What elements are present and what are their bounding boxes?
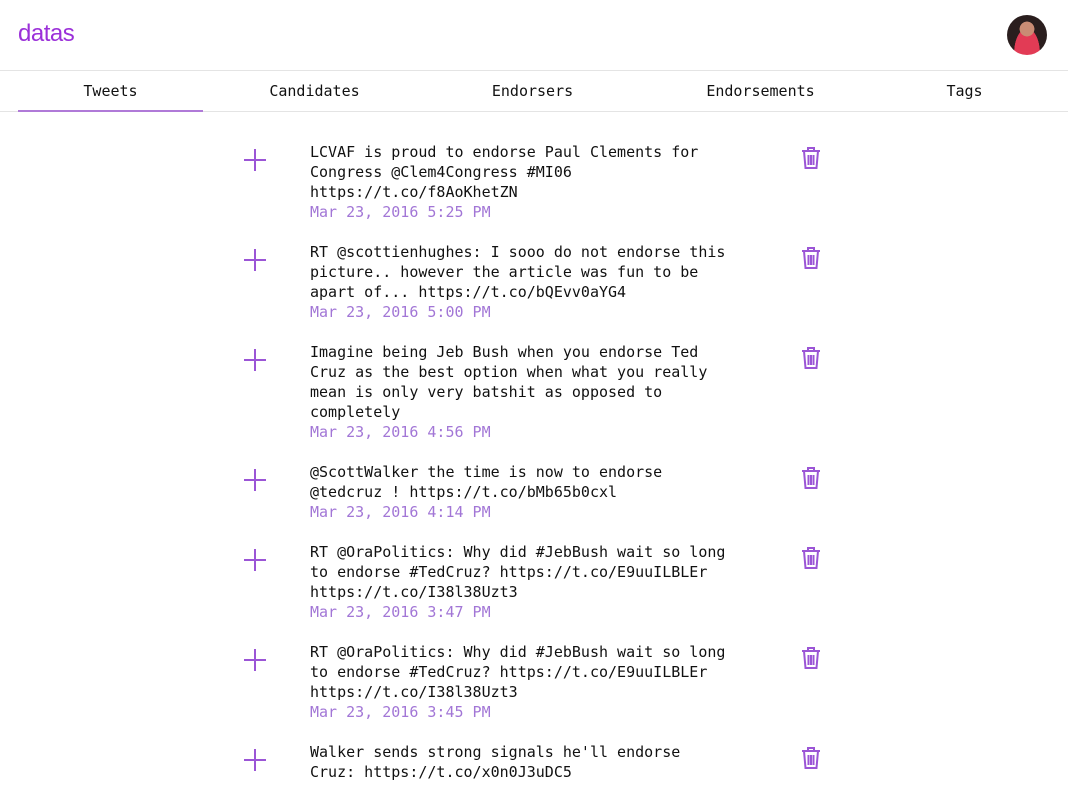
tweet-text: RT @OraPolitics: Why did #JebBush wait s…	[310, 643, 726, 701]
tweet-date: Mar 23, 2016 5:25 PM	[310, 203, 491, 221]
tweet-content: RT @scottienhughes: I sooo do not endors…	[310, 242, 770, 322]
tab-endorsers[interactable]: Endorsers	[440, 71, 625, 111]
tweet-text: @ScottWalker the time is now to endorse …	[310, 463, 663, 501]
tweet-date: Mar 23, 2016 5:00 PM	[310, 303, 491, 321]
trash-icon[interactable]	[800, 466, 822, 490]
tab-tweets[interactable]: Tweets	[18, 71, 203, 111]
trash-icon[interactable]	[800, 546, 822, 570]
tweet-content: @ScottWalker the time is now to endorse …	[310, 462, 770, 522]
tweet-content: Imagine being Jeb Bush when you endorse …	[310, 342, 770, 442]
tab-bar: Tweets Candidates Endorsers Endorsements…	[0, 70, 1068, 112]
tweet-text: RT @scottienhughes: I sooo do not endors…	[310, 243, 726, 301]
user-avatar[interactable]	[1007, 15, 1047, 55]
tweet-text: LCVAF is proud to endorse Paul Clements …	[310, 143, 699, 201]
add-icon[interactable]	[244, 649, 266, 671]
trash-icon[interactable]	[800, 246, 822, 270]
tweet-date: Mar 23, 2016 3:47 PM	[310, 603, 491, 621]
trash-icon[interactable]	[800, 146, 822, 170]
trash-icon[interactable]	[800, 646, 822, 670]
tweet-text: RT @OraPolitics: Why did #JebBush wait s…	[310, 543, 726, 601]
tweet-content: Walker sends strong signals he'll endors…	[310, 742, 770, 782]
tweet-text: Imagine being Jeb Bush when you endorse …	[310, 343, 708, 421]
tab-candidates[interactable]: Candidates	[222, 71, 407, 111]
tweet-list: LCVAF is proud to endorse Paul Clements …	[0, 112, 1068, 790]
tweet-date: Mar 23, 2016 4:56 PM	[310, 423, 491, 441]
add-icon[interactable]	[244, 349, 266, 371]
trash-icon[interactable]	[800, 746, 822, 770]
tweet-date: Mar 23, 2016 4:14 PM	[310, 503, 491, 521]
add-icon[interactable]	[244, 549, 266, 571]
add-icon[interactable]	[244, 249, 266, 271]
tweet-content: LCVAF is proud to endorse Paul Clements …	[310, 142, 770, 222]
tweet-content: RT @OraPolitics: Why did #JebBush wait s…	[310, 542, 770, 622]
add-icon[interactable]	[244, 469, 266, 491]
tab-tags[interactable]: Tags	[872, 71, 1057, 111]
tab-endorsements[interactable]: Endorsements	[668, 71, 853, 111]
app-header: datas	[0, 0, 1068, 70]
tweet-text: Walker sends strong signals he'll endors…	[310, 743, 681, 781]
trash-icon[interactable]	[800, 346, 822, 370]
add-icon[interactable]	[244, 749, 266, 771]
tweet-date: Mar 23, 2016 3:45 PM	[310, 703, 491, 721]
add-icon[interactable]	[244, 149, 266, 171]
app-logo[interactable]: datas	[18, 20, 75, 48]
tweet-content: RT @OraPolitics: Why did #JebBush wait s…	[310, 642, 770, 722]
